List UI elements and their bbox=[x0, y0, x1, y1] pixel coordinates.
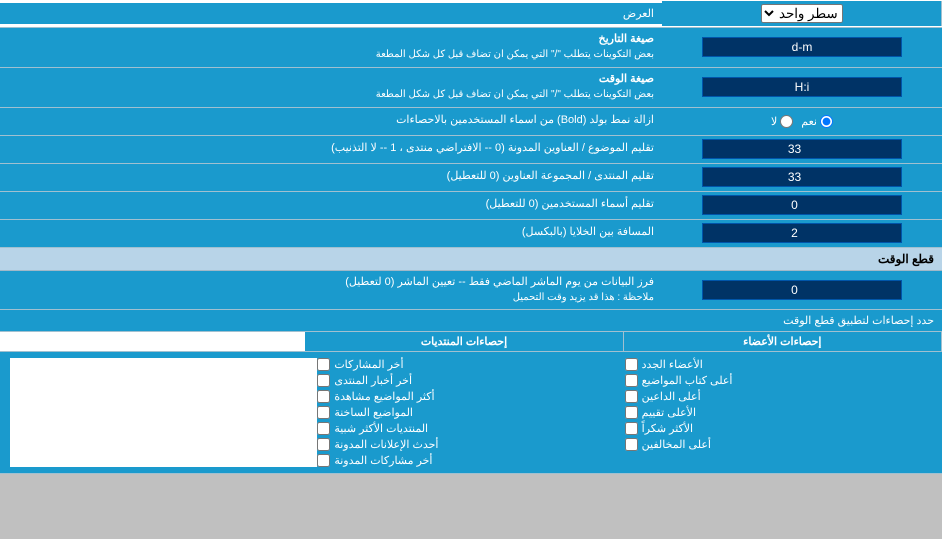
date-format-input[interactable] bbox=[702, 37, 902, 57]
list-item: أخر المشاركات bbox=[317, 358, 624, 371]
stats-limit-label: حدد إحصاءات لتطبيق قطع الوقت bbox=[0, 310, 942, 331]
stats-limit-row: حدد إحصاءات لتطبيق قطع الوقت bbox=[0, 310, 942, 332]
list-item: أخر أخبار المنتدى bbox=[317, 374, 624, 387]
bold-no-radio[interactable] bbox=[780, 115, 793, 128]
checkboxes-header-row: إحصاءات المنتديات إحصاءات الأعضاء bbox=[0, 332, 942, 352]
cutoff-label: فرز البيانات من يوم الماشر الماضي فقط --… bbox=[0, 271, 662, 310]
time-format-input-container bbox=[662, 68, 942, 107]
checkbox-member-5[interactable] bbox=[625, 422, 638, 435]
bold-remove-input-container: نعم لا bbox=[662, 108, 942, 135]
checkbox-member-4[interactable] bbox=[625, 406, 638, 419]
empty-checkbox-col bbox=[10, 358, 317, 467]
member-stats-col: الأعضاء الجدد أعلى كتاب المواضيع أعلى ال… bbox=[625, 358, 932, 467]
forum-titles-input[interactable] bbox=[702, 167, 902, 187]
date-format-row: صيغة التاريخ بعض التكوينات يتطلب "/" الت… bbox=[0, 28, 942, 68]
cell-spacing-label: المسافة بين الخلايا (بالبكسل) bbox=[0, 220, 662, 247]
list-item: المنتديات الأكثر شبية bbox=[317, 422, 624, 435]
topic-titles-input-container bbox=[662, 136, 942, 163]
usernames-row: تقليم أسماء المستخدمين (0 للتعطيل) bbox=[0, 192, 942, 220]
checkbox-member-1[interactable] bbox=[625, 358, 638, 371]
cutoff-row: فرز البيانات من يوم الماشر الماضي فقط --… bbox=[0, 271, 942, 311]
checkbox-member-6[interactable] bbox=[625, 438, 638, 451]
bold-yes-label[interactable]: نعم bbox=[801, 115, 833, 128]
checkbox-forum-3[interactable] bbox=[317, 390, 330, 403]
topic-titles-row: تقليم الموضوع / العناوين المدونة (0 -- ا… bbox=[0, 136, 942, 164]
checkbox-forum-2[interactable] bbox=[317, 374, 330, 387]
forum-titles-row: تقليم المنتدى / المجموعة العناوين (0 للت… bbox=[0, 164, 942, 192]
forum-titles-label: تقليم المنتدى / المجموعة العناوين (0 للت… bbox=[0, 164, 662, 191]
forum-stats-header: إحصاءات المنتديات bbox=[305, 332, 623, 351]
checkbox-forum-5[interactable] bbox=[317, 422, 330, 435]
checkboxes-area: أخر المشاركات أخر أخبار المنتدى أكثر الم… bbox=[0, 352, 942, 474]
list-item: أعلى الداعين bbox=[625, 390, 932, 403]
forum-titles-input-container bbox=[662, 164, 942, 191]
bold-radio-group: نعم لا bbox=[771, 115, 833, 128]
list-item: أخر مشاركات المدونة bbox=[317, 454, 624, 467]
bold-yes-radio[interactable] bbox=[820, 115, 833, 128]
cell-spacing-input[interactable] bbox=[702, 223, 902, 243]
time-format-input[interactable] bbox=[702, 77, 902, 97]
display-control: سطر واحد سطرين ثلاثة أسطر bbox=[662, 1, 942, 26]
list-item: الأعضاء الجدد bbox=[625, 358, 932, 371]
display-label: العرض bbox=[0, 3, 662, 24]
member-stats-header: إحصاءات الأعضاء bbox=[624, 332, 942, 351]
topic-titles-label: تقليم الموضوع / العناوين المدونة (0 -- ا… bbox=[0, 136, 662, 163]
date-format-label: صيغة التاريخ بعض التكوينات يتطلب "/" الت… bbox=[0, 28, 662, 67]
checkbox-forum-6[interactable] bbox=[317, 438, 330, 451]
checkbox-member-2[interactable] bbox=[625, 374, 638, 387]
date-format-input-container bbox=[662, 28, 942, 67]
cutoff-input-container bbox=[662, 271, 942, 310]
empty-header-col bbox=[0, 332, 305, 351]
cell-spacing-row: المسافة بين الخلايا (بالبكسل) bbox=[0, 220, 942, 248]
list-item: أعلى المخالفين bbox=[625, 438, 932, 451]
cutoff-input[interactable] bbox=[702, 280, 902, 300]
checkbox-forum-7[interactable] bbox=[317, 454, 330, 467]
display-select[interactable]: سطر واحد سطرين ثلاثة أسطر bbox=[761, 4, 843, 23]
bold-remove-row: ازالة نمط بولد (Bold) من اسماء المستخدمي… bbox=[0, 108, 942, 136]
forum-stats-col: أخر المشاركات أخر أخبار المنتدى أكثر الم… bbox=[317, 358, 624, 467]
checkbox-member-3[interactable] bbox=[625, 390, 638, 403]
bold-remove-label: ازالة نمط بولد (Bold) من اسماء المستخدمي… bbox=[0, 108, 662, 135]
list-item: أحدث الإعلانات المدونة bbox=[317, 438, 624, 451]
list-item: الأكثر شكراً bbox=[625, 422, 932, 435]
usernames-input[interactable] bbox=[702, 195, 902, 215]
cutoff-section-header: قطع الوقت bbox=[0, 248, 942, 271]
time-format-row: صيغة الوقت بعض التكوينات يتطلب "/" التي … bbox=[0, 68, 942, 108]
cell-spacing-input-container bbox=[662, 220, 942, 247]
list-item: الأعلى تقييم bbox=[625, 406, 932, 419]
list-item: المواضيع الساخنة bbox=[317, 406, 624, 419]
display-row: العرض سطر واحد سطرين ثلاثة أسطر bbox=[0, 0, 942, 28]
usernames-input-container bbox=[662, 192, 942, 219]
topic-titles-input[interactable] bbox=[702, 139, 902, 159]
list-item: أكثر المواضيع مشاهدة bbox=[317, 390, 624, 403]
checkbox-forum-1[interactable] bbox=[317, 358, 330, 371]
list-item: أعلى كتاب المواضيع bbox=[625, 374, 932, 387]
time-format-label: صيغة الوقت بعض التكوينات يتطلب "/" التي … bbox=[0, 68, 662, 107]
bold-no-label[interactable]: لا bbox=[771, 115, 793, 128]
usernames-label: تقليم أسماء المستخدمين (0 للتعطيل) bbox=[0, 192, 662, 219]
checkbox-forum-4[interactable] bbox=[317, 406, 330, 419]
